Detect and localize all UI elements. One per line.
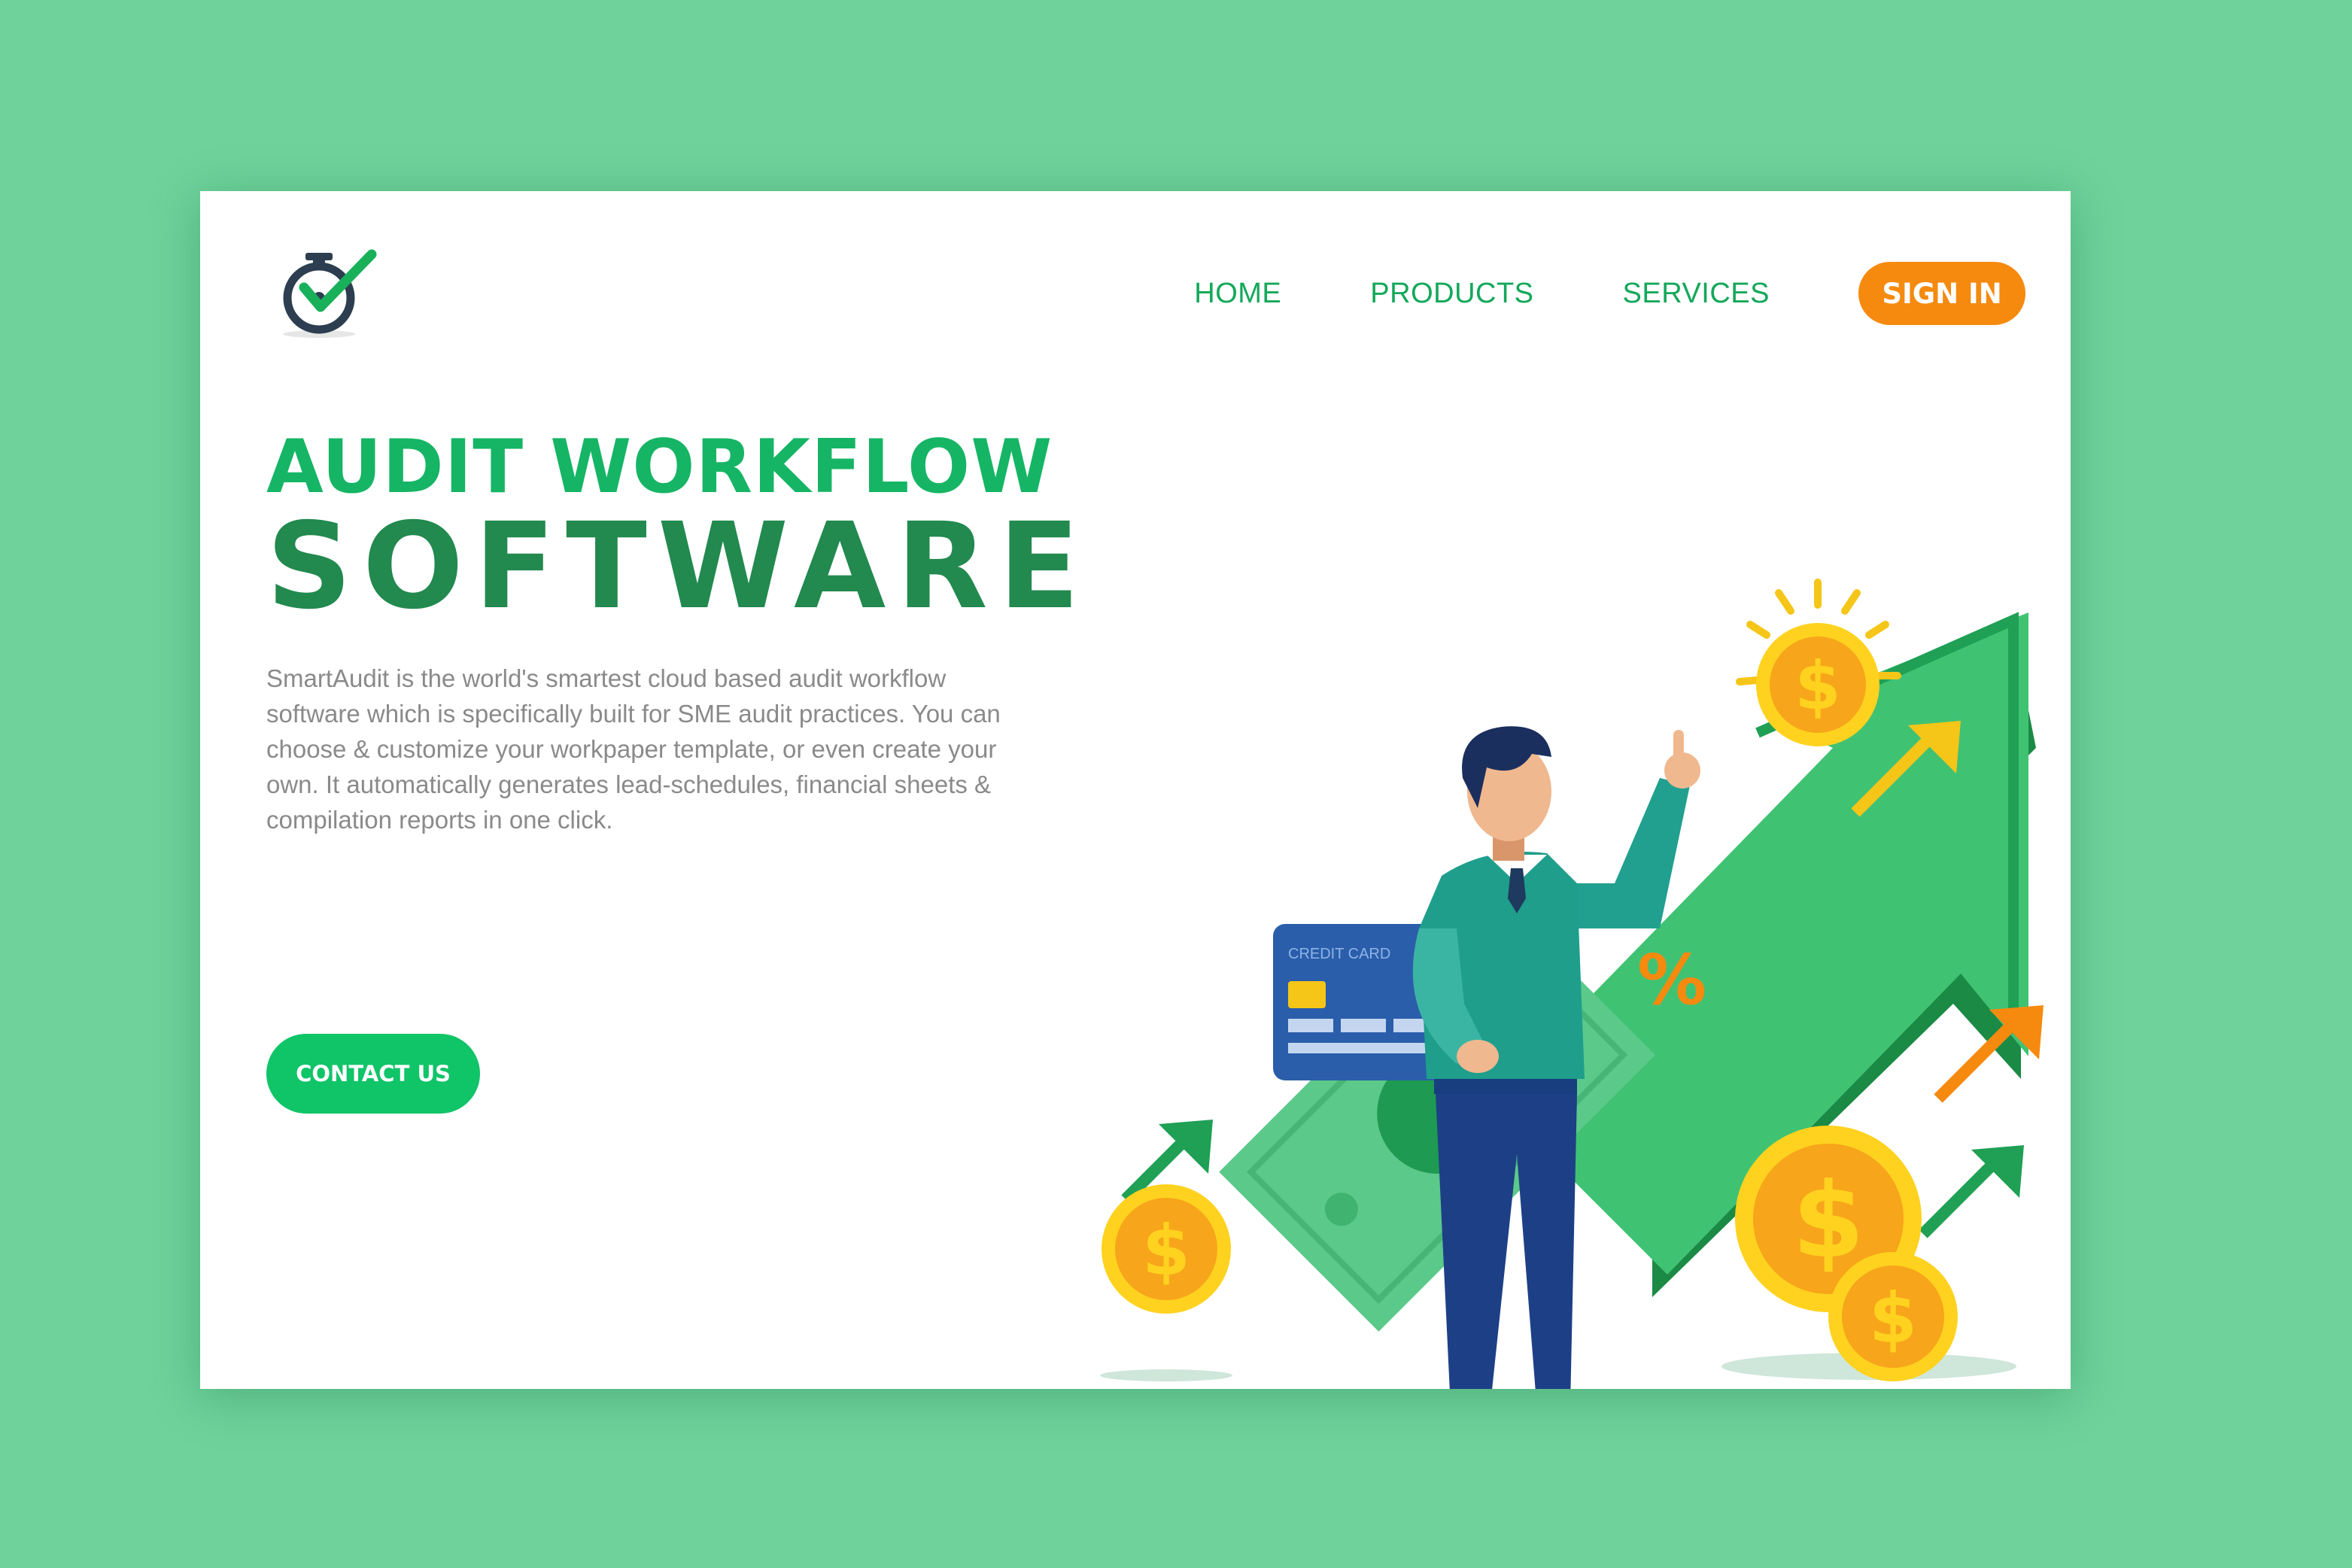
coin-dollar-left: $ <box>1142 1211 1190 1291</box>
main-nav: HOME PRODUCTS SERVICES SIGN IN <box>1194 262 2025 325</box>
nav-link-products[interactable]: PRODUCTS <box>1370 278 1533 310</box>
nav-link-home[interactable]: HOME <box>1194 278 1281 310</box>
coin-dollar-top: $ <box>1794 647 1840 725</box>
contact-us-button[interactable]: CONTACT US <box>266 1034 480 1114</box>
credit-card-label: CREDIT CARD <box>1288 946 1390 962</box>
hero-title-line1: AUDIT WORKFLOW <box>266 424 1053 510</box>
hero-title-line2: SOFTWARE <box>266 497 1090 636</box>
stopwatch-check-icon[interactable] <box>275 244 381 342</box>
finance-growth-illustration: CREDIT CARD % $ $ $ $ <box>1100 579 2044 1389</box>
arrow-up-right-icon <box>1919 1145 2024 1238</box>
coin-dollar-big: $ <box>1792 1160 1864 1281</box>
coin-dollar-small: $ <box>1869 1278 1917 1359</box>
sign-in-button[interactable]: SIGN IN <box>1858 262 2025 325</box>
coin-icon: $ <box>1828 1252 1958 1381</box>
landing-page-card: HOME PRODUCTS SERVICES SIGN IN AUDIT WOR… <box>200 191 2071 1389</box>
nav-link-services[interactable]: SERVICES <box>1623 278 1770 310</box>
percent-icon: % <box>1637 940 1706 1020</box>
coin-icon: $ <box>1102 1184 1231 1314</box>
hero-description: SmartAudit is the world's smartest cloud… <box>266 664 1001 834</box>
